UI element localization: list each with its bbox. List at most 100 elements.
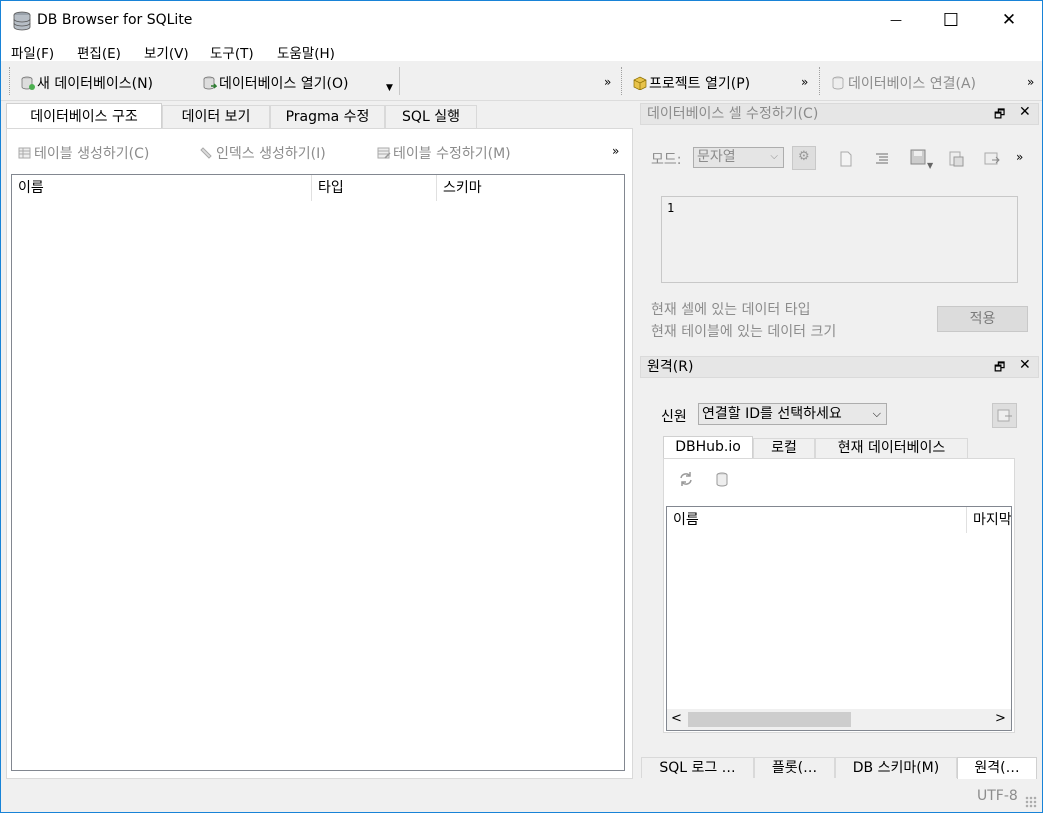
close-icon: ✕ [1001, 10, 1017, 30]
new-database-label: 새 데이터베이스(N) [37, 76, 154, 92]
structure-toolbar-overflow[interactable]: » [612, 144, 619, 158]
tab-local[interactable]: 로컬 [753, 438, 815, 459]
auto-format-button[interactable]: ⚙ [792, 146, 816, 170]
database-app-icon [13, 11, 31, 31]
main-tab-bar: 데이터베이스 구조 데이터 보기 Pragma 수정 SQL 실행 [6, 103, 636, 129]
open-project-icon [633, 76, 647, 90]
tab-remote[interactable]: 원격(… [957, 757, 1037, 779]
tab-db-schema[interactable]: DB 스키마(M) [835, 757, 957, 778]
open-project-label: 프로젝트 열기(P) [649, 76, 751, 92]
create-table-icon [18, 147, 31, 159]
remote-file-list[interactable]: 이름 마지막 < > [666, 506, 1012, 731]
mode-value: 문자열 [697, 149, 736, 165]
app-window: DB Browser for SQLite — ☐ ✕ 파일(F) 편집(E) … [0, 0, 1043, 813]
attach-database-label: 데이터베이스 연결(A) [848, 76, 976, 92]
scrollbar-thumb[interactable] [688, 712, 851, 727]
menu-tools[interactable]: 도구(T) [210, 42, 254, 62]
encoding-status: UTF-8 [977, 788, 1018, 804]
maximize-button[interactable]: ☐ [928, 1, 974, 39]
cell-type-info: 현재 셀에 있는 데이터 타입 [651, 302, 811, 318]
identity-select[interactable]: 연결할 ID를 선택하세요 ⌵ [698, 403, 887, 425]
import-icon[interactable] [948, 151, 964, 167]
new-database-button[interactable]: 새 데이터베이스(N) [21, 73, 153, 93]
column-header-name[interactable]: 이름 [12, 175, 312, 201]
save-dropdown-icon[interactable]: ▼ [927, 161, 933, 170]
create-index-button[interactable]: 인덱스 생성하기(I) [200, 143, 326, 163]
export-icon[interactable] [984, 151, 1000, 167]
save-icon[interactable] [910, 149, 926, 165]
create-index-label: 인덱스 생성하기(I) [216, 146, 326, 162]
resize-grip-icon[interactable] [1025, 796, 1037, 808]
scroll-right-icon[interactable]: > [995, 711, 1006, 726]
toolbar-overflow-1[interactable]: » [604, 75, 611, 89]
menu-view[interactable]: 보기(V) [144, 42, 189, 62]
refresh-icon[interactable] [678, 471, 694, 487]
tab-database-structure[interactable]: 데이터베이스 구조 [6, 103, 162, 129]
open-database-button[interactable]: 데이터베이스 열기(O) [203, 73, 348, 93]
create-table-label: 테이블 생성하기(C) [34, 146, 150, 162]
tab-sql-log[interactable]: SQL 로그 … [641, 757, 754, 778]
open-database-dropdown-icon[interactable]: ▼ [386, 83, 393, 93]
menu-help[interactable]: 도움말(H) [277, 42, 335, 62]
column-header-last-modified[interactable]: 마지막 [967, 507, 1011, 533]
open-project-button[interactable]: 프로젝트 열기(P) [633, 73, 750, 93]
tab-dbhub[interactable]: DBHub.io [663, 436, 753, 459]
new-database-icon [21, 76, 35, 90]
column-header-type[interactable]: 타입 [312, 175, 437, 201]
cell-editor[interactable]: 1 [661, 196, 1018, 283]
tab-plot[interactable]: 플롯(… [754, 757, 835, 778]
structure-tree[interactable]: 이름 타입 스키마 [11, 174, 625, 771]
cell-size-info: 현재 테이블에 있는 데이터 크기 [651, 324, 837, 340]
export-icon [997, 409, 1012, 422]
remote-tab-bar: DBHub.io 로컬 현재 데이터베이스 [663, 436, 1015, 460]
window-title: DB Browser for SQLite [37, 12, 193, 28]
chevron-down-icon: ⌵ [770, 151, 778, 162]
minimize-icon: — [890, 13, 902, 27]
edit-cell-toolbar-overflow[interactable]: » [1016, 150, 1023, 164]
remote-title: 원격(R) [647, 359, 694, 375]
scroll-left-icon[interactable]: < [671, 711, 682, 726]
modify-table-button[interactable]: 테이블 수정하기(M) [377, 143, 511, 163]
title-bar: DB Browser for SQLite — ☐ ✕ [1, 1, 1042, 39]
identity-settings-button[interactable] [992, 403, 1017, 428]
close-dock-icon[interactable]: ✕ [1019, 104, 1031, 120]
modify-table-icon [377, 147, 391, 159]
new-document-icon[interactable] [838, 151, 854, 167]
menu-file[interactable]: 파일(F) [11, 42, 54, 62]
float-dock-icon[interactable]: 🗗 [994, 358, 1005, 379]
attach-database-icon [832, 76, 844, 90]
clone-database-icon[interactable] [715, 472, 731, 488]
indent-icon[interactable] [874, 151, 890, 167]
mode-select[interactable]: 문자열 ⌵ [693, 147, 784, 168]
remote-dock-title: 원격(R) [640, 356, 1039, 378]
close-dock-icon[interactable]: ✕ [1019, 357, 1031, 373]
maximize-icon: ☐ [942, 9, 960, 31]
menu-edit[interactable]: 편집(E) [77, 42, 121, 62]
attach-database-button[interactable]: 데이터베이스 연결(A) [832, 73, 976, 93]
column-header-name[interactable]: 이름 [667, 507, 967, 533]
open-database-label: 데이터베이스 열기(O) [219, 76, 349, 92]
edit-cell-dock-title: 데이터베이스 셀 수정하기(C) [640, 103, 1039, 125]
minimize-button[interactable]: — [873, 1, 919, 39]
close-button[interactable]: ✕ [986, 1, 1032, 39]
toolbar-grip[interactable] [9, 67, 12, 95]
tab-edit-pragmas[interactable]: Pragma 수정 [270, 105, 385, 129]
tab-browse-data[interactable]: 데이터 보기 [162, 105, 270, 129]
modify-table-label: 테이블 수정하기(M) [393, 146, 511, 162]
create-table-button[interactable]: 테이블 생성하기(C) [18, 143, 149, 163]
column-header-schema[interactable]: 스키마 [437, 175, 624, 201]
float-dock-icon[interactable]: 🗗 [994, 105, 1005, 126]
tab-execute-sql[interactable]: SQL 실행 [385, 105, 477, 129]
horizontal-scrollbar[interactable]: < > [667, 709, 1011, 730]
toolbar-grip[interactable] [621, 67, 624, 95]
mode-label: 모드: [651, 152, 682, 168]
toolbar-overflow-2[interactable]: » [801, 75, 808, 89]
toolbar-grip[interactable] [819, 67, 822, 95]
open-database-icon [203, 76, 217, 90]
toolbar-overflow-3[interactable]: » [1027, 75, 1034, 89]
apply-button[interactable]: 적용 [937, 306, 1028, 332]
tab-current-database[interactable]: 현재 데이터베이스 [815, 438, 968, 459]
cell-value: 1 [667, 201, 675, 215]
toolbar-separator [399, 67, 400, 95]
menu-bar: 파일(F) 편집(E) 보기(V) 도구(T) 도움말(H) [1, 39, 1042, 62]
